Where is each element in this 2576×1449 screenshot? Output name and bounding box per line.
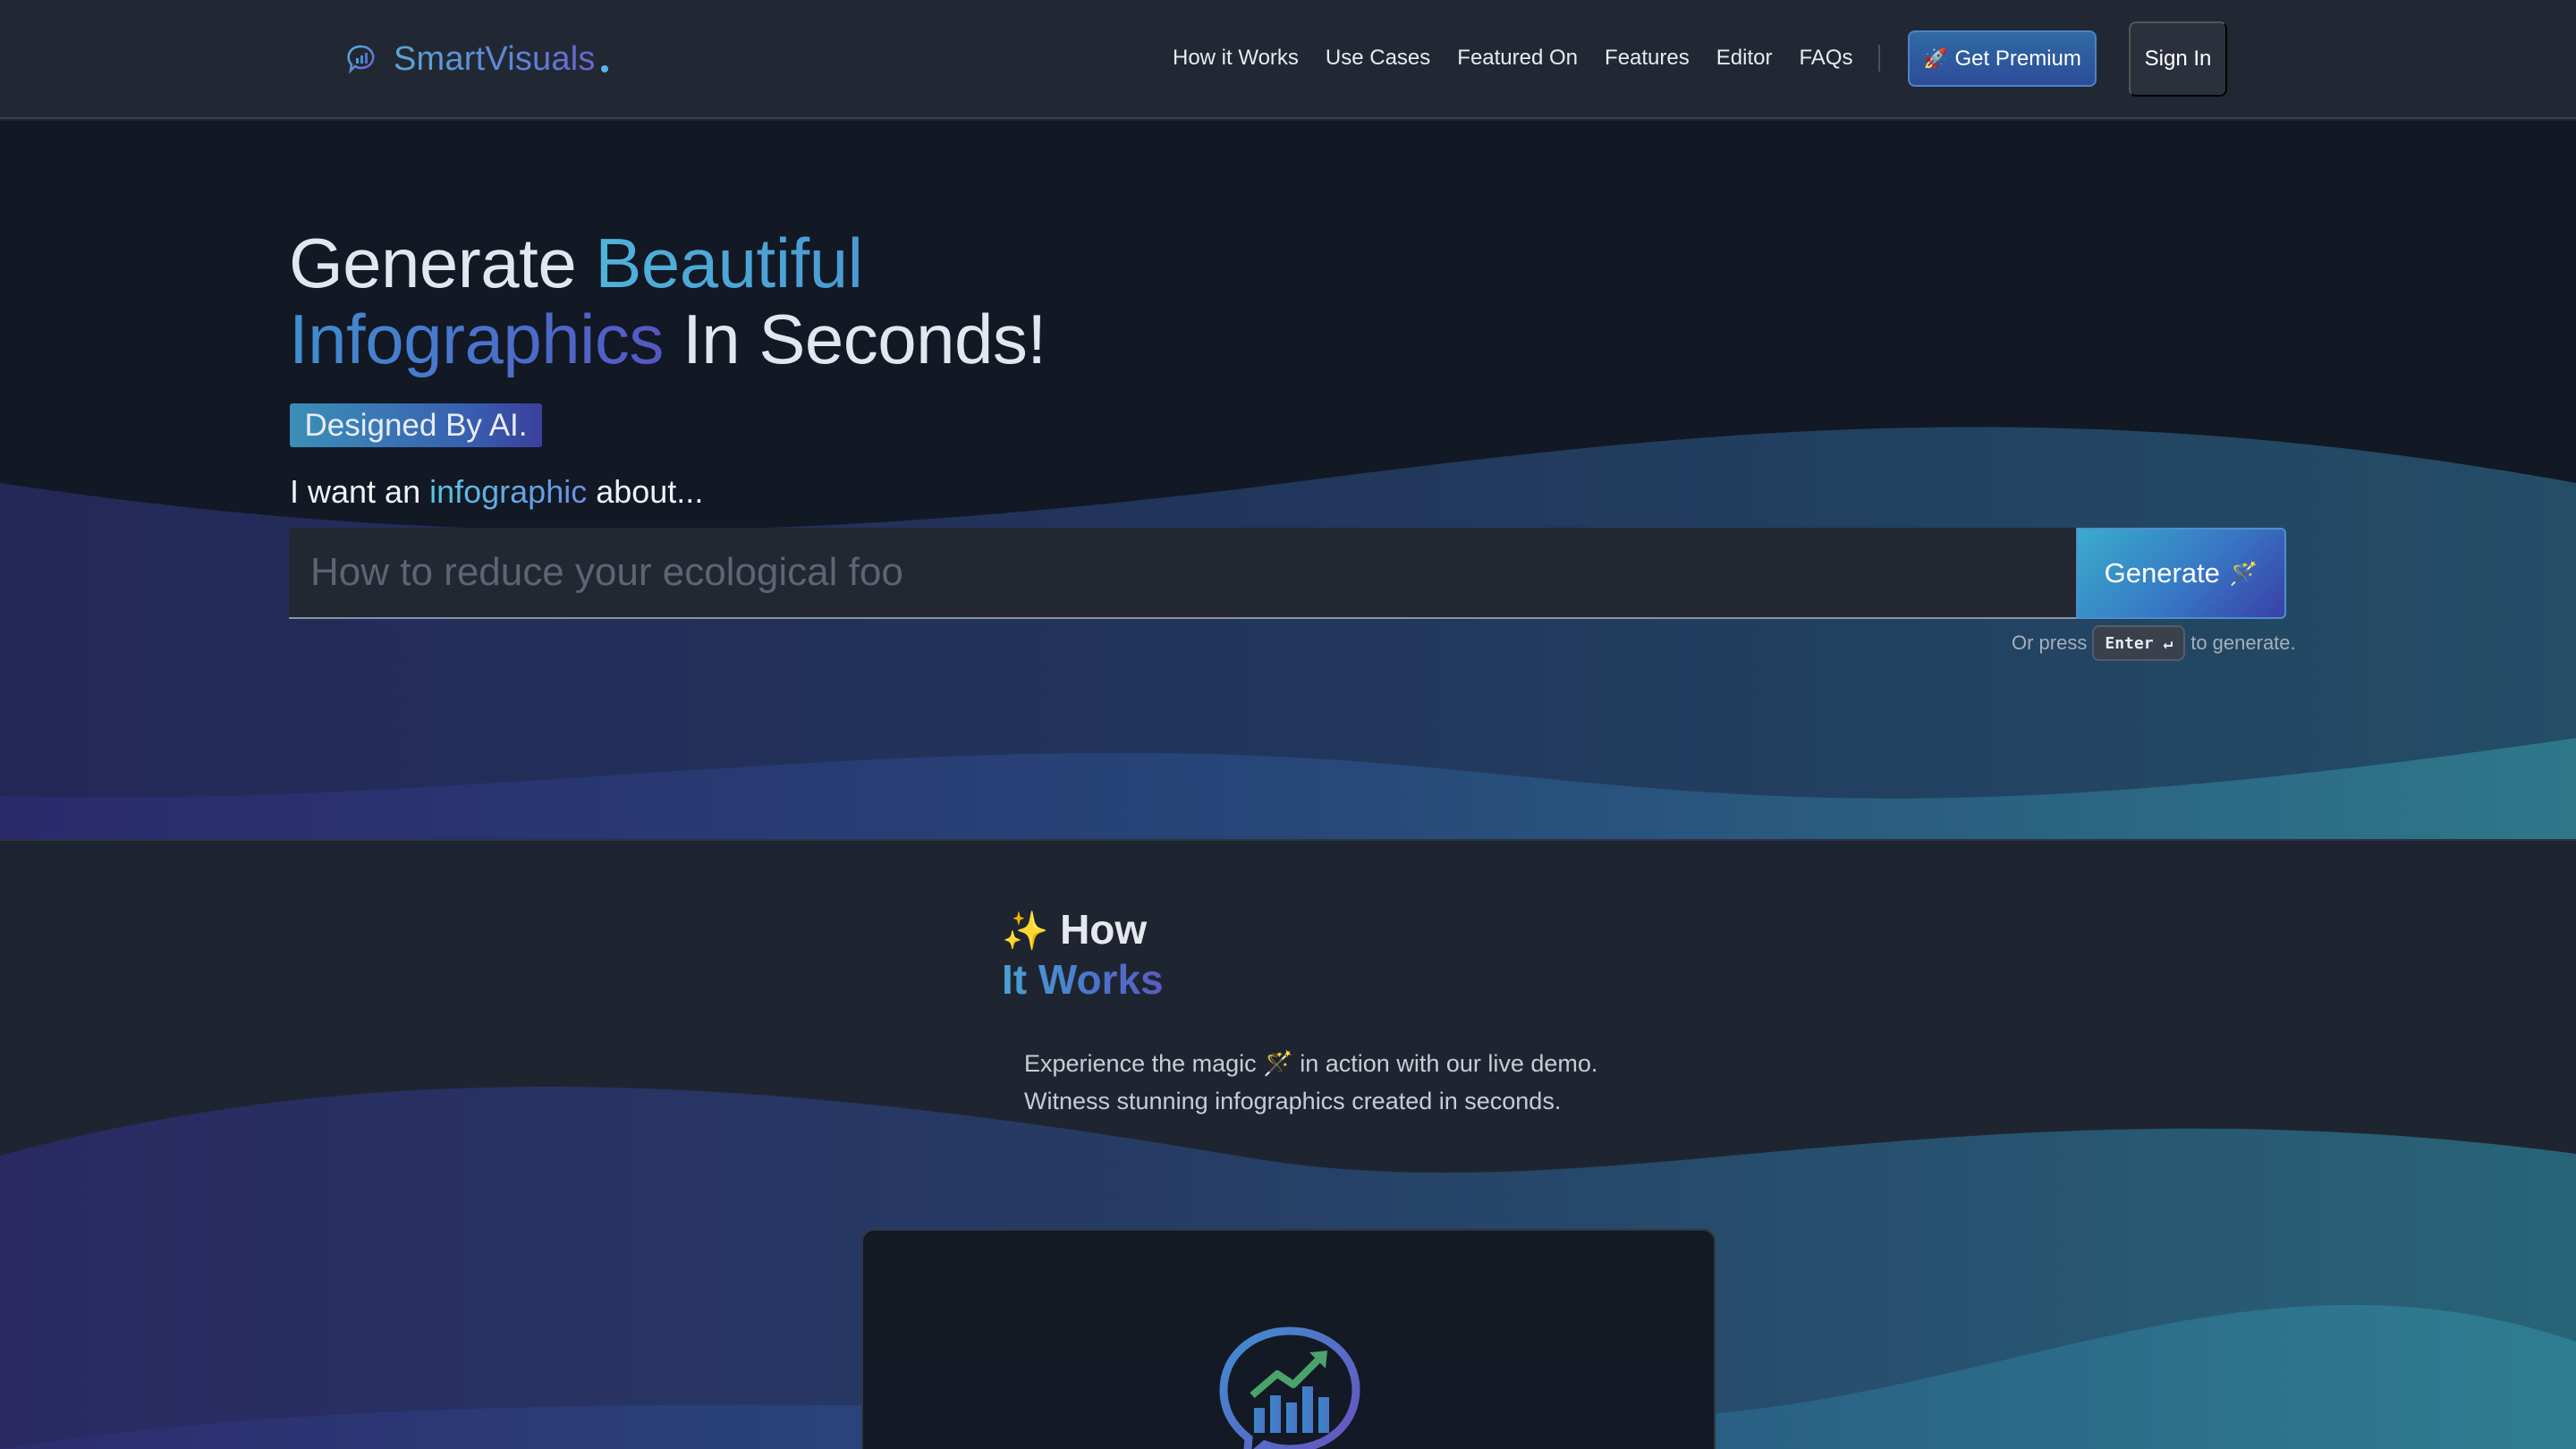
how-title-line2: It Works — [1002, 956, 1164, 1003]
enter-key: Enter ↵ — [2092, 625, 2186, 661]
hero-title: Generate Beautiful Infographics In Secon… — [289, 225, 1046, 377]
prompt-highlight: infographic — [429, 473, 588, 510]
how-it-works-title: ✨ How It Works — [1002, 905, 1164, 1004]
get-premium-button[interactable]: 🚀 Get Premium — [1908, 30, 2097, 87]
prompt-prefix: I want an — [290, 473, 430, 510]
logo-dot — [600, 65, 608, 72]
how-desc-line2: Witness stunning infographics created in… — [1024, 1088, 1562, 1114]
magic-wand-icon: 🪄 — [2228, 559, 2258, 587]
hero-title-part2: In Seconds! — [663, 300, 1046, 378]
rocket-icon: 🚀 — [1923, 47, 1948, 70]
hero-title-highlight-infographics: Infographics — [289, 300, 664, 378]
logo-text: SmartVisuals — [394, 39, 596, 78]
nav-link-featured-on[interactable]: Featured On — [1457, 46, 1578, 71]
logo-icon — [347, 45, 375, 74]
designed-by-ai-badge: Designed By AI. — [290, 403, 542, 447]
hint-prefix: Or press — [2012, 631, 2088, 654]
nav-link-faqs[interactable]: FAQs — [1799, 46, 1852, 71]
sparkles-icon: ✨ — [1002, 910, 1049, 952]
how-it-works-section: ✨ How It Works Experience the magic 🪄 in… — [0, 841, 2576, 1449]
nav-link-use-cases[interactable]: Use Cases — [1326, 46, 1430, 71]
nav-link-editor[interactable]: Editor — [1716, 46, 1773, 71]
topic-input[interactable] — [289, 528, 2078, 619]
nav-link-features[interactable]: Features — [1605, 46, 1690, 71]
prompt-label: I want an infographic about... — [290, 473, 703, 511]
how-desc-line1: Experience the magic 🪄 in action with ou… — [1024, 1050, 1598, 1077]
how-title-line1: How — [1060, 906, 1148, 953]
chart-chat-icon — [1219, 1326, 1360, 1449]
nav-links: How it Works Use Cases Featured On Featu… — [1173, 38, 1852, 79]
generate-label: Generate — [2104, 557, 2220, 589]
get-premium-label: Get Premium — [1954, 46, 2081, 71]
how-it-works-description: Experience the magic 🪄 in action with ou… — [1024, 1045, 1597, 1120]
sign-in-button[interactable]: Sign In — [2129, 21, 2227, 97]
enter-hint: Or press Enter ↵ to generate. — [2012, 625, 2296, 661]
nav-link-how-it-works[interactable]: How it Works — [1173, 46, 1299, 71]
top-navbar: SmartVisuals How it Works Use Cases Feat… — [0, 0, 2576, 119]
logo[interactable]: SmartVisuals — [345, 34, 608, 84]
hint-suffix: to generate. — [2190, 631, 2296, 654]
hero-title-part1: Generate — [289, 224, 596, 302]
hero-title-highlight-beautiful: Beautiful — [595, 224, 863, 302]
prompt-suffix: about... — [587, 473, 704, 510]
generate-button[interactable]: Generate 🪄 — [2076, 528, 2286, 619]
nav-divider — [1878, 45, 1880, 72]
hero-section: Generate Beautiful Infographics In Secon… — [0, 121, 2576, 841]
live-demo-card[interactable] — [861, 1229, 1716, 1449]
